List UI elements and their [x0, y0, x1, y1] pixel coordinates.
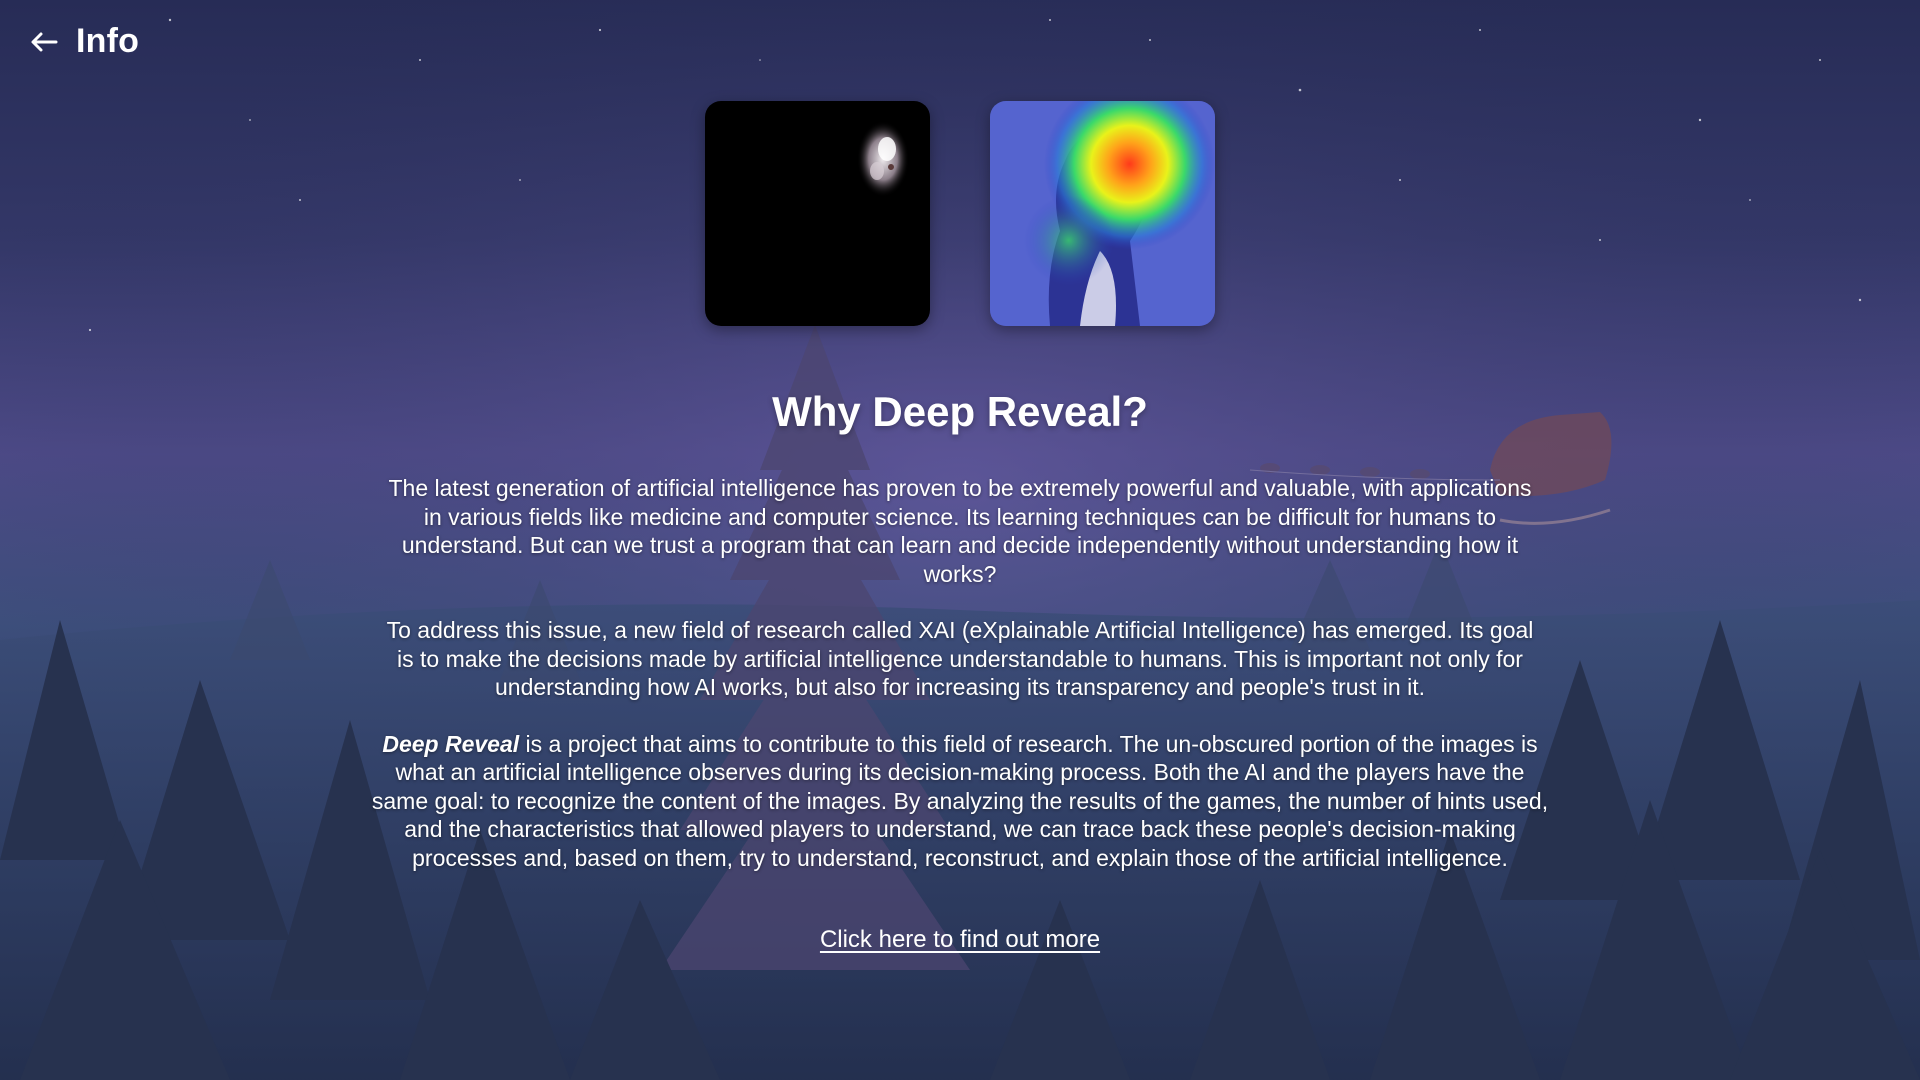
heatmap-dog-image [990, 101, 1215, 326]
paragraph-intro: The latest generation of artificial inte… [388, 475, 1532, 587]
paragraph-xai-text: To address this issue, a new field of re… [386, 617, 1534, 700]
saliency-heatmap-image [990, 101, 1215, 326]
masked-dog-image [705, 101, 930, 326]
section-heading: Why Deep Reveal? [772, 388, 1148, 435]
paragraph-xai: To address this issue, a new field of re… [370, 616, 1550, 702]
paragraph-deep-reveal-text: is a project that aims to contribute to … [371, 730, 1549, 871]
arrow-left-icon [31, 32, 58, 51]
deep-reveal-emphasis: Deep Reveal [382, 730, 520, 757]
page-title: Info [76, 22, 140, 60]
find-out-more-link[interactable]: Click here to find out more [820, 926, 1100, 954]
info-content: Why Deep Reveal? The latest generation o… [370, 388, 1550, 954]
paragraph-deep-reveal: Deep Reveal is a project that aims to co… [370, 730, 1550, 873]
revealed-fragment-image [705, 101, 930, 326]
back-button[interactable] [28, 26, 60, 58]
header: Info [28, 22, 139, 61]
example-images [0, 101, 1920, 326]
